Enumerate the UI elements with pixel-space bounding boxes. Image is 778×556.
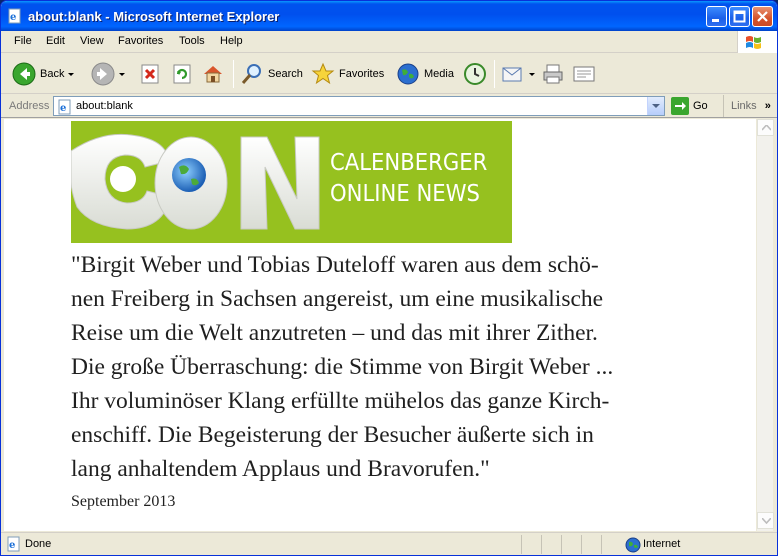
banner-line-1: CALENBERGER (330, 150, 488, 176)
press-quote: "Birgit Weber und Tobias Duteloff waren … (71, 248, 711, 486)
go-arrow-icon (671, 97, 689, 115)
window-title: about:blank - Microsoft Internet Explore… (28, 9, 280, 24)
quote-line: enschiff. Die Begeisterung der Besucher … (71, 422, 594, 448)
address-dropdown-icon[interactable] (647, 97, 664, 115)
windows-logo-icon (737, 31, 777, 53)
quote-line: Reise um die Welt anzutreten – und das m… (71, 320, 598, 346)
go-label: Go (693, 100, 708, 112)
menu-bar: File Edit View Favorites Tools Help (1, 31, 777, 53)
maximize-button[interactable] (729, 6, 750, 27)
forward-dropdown-icon[interactable] (119, 72, 125, 76)
links-toolbar[interactable]: Links » (723, 95, 771, 117)
favorites-label: Favorites (339, 68, 385, 80)
internet-globe-icon (625, 537, 641, 553)
scroll-down-button[interactable] (757, 512, 774, 529)
quote-line: "Birgit Weber und Tobias Duteloff waren … (71, 252, 599, 278)
svg-text:e: e (60, 103, 66, 114)
status-text: Done (25, 538, 52, 550)
scroll-up-button[interactable] (757, 119, 774, 136)
toolbar-separator (494, 60, 495, 88)
stop-icon (141, 64, 159, 84)
con-logo-icon (71, 133, 320, 230)
menu-view[interactable]: View (80, 35, 104, 47)
address-input[interactable]: e about:blank (53, 96, 665, 116)
chevron-up-icon (762, 125, 771, 131)
address-value[interactable]: about:blank (76, 100, 133, 112)
svg-text:e: e (9, 540, 15, 551)
refresh-icon (173, 64, 191, 84)
favorites-star-icon (311, 62, 335, 85)
quote-line: nen Freiberg in Sachsen angereist, um ei… (71, 286, 604, 312)
back-button[interactable]: Back (12, 61, 75, 87)
vertical-scrollbar[interactable] (756, 119, 774, 531)
mail-icon (502, 67, 522, 82)
status-panel (601, 535, 619, 554)
quote-date: September 2013 (71, 493, 176, 510)
quote-line: lang anhaltendem Applaus und Bravorufen.… (71, 456, 490, 482)
close-button[interactable] (752, 6, 773, 27)
status-panel (541, 535, 561, 554)
media-label: Media (424, 68, 454, 80)
minimize-button[interactable] (706, 6, 727, 27)
standard-toolbar: Back Search Favorites Media (1, 54, 777, 94)
quote-line: Die große Überraschung: die Stimme von B… (71, 354, 614, 380)
zone-label: Internet (643, 538, 681, 550)
status-panel (581, 535, 601, 554)
links-label: Links (731, 100, 757, 112)
toolbar-separator (233, 60, 234, 88)
chevron-down-icon (762, 518, 771, 524)
svg-text:e: e (10, 12, 16, 23)
media-globe-icon (397, 63, 419, 85)
search-label: Search (268, 68, 303, 80)
menu-file[interactable]: File (14, 35, 32, 47)
favorites-button[interactable]: Favorites (311, 61, 384, 87)
page-done-icon: e (6, 536, 22, 555)
status-bar: e Done Internet (1, 532, 777, 555)
status-panel (521, 535, 541, 554)
history-button[interactable] (463, 61, 487, 87)
banner-title: CALENBERGER ONLINE NEWS (330, 148, 487, 210)
back-label: Back (40, 68, 65, 80)
home-icon (204, 66, 222, 83)
quote-line: Ihr voluminöser Klang erfüllte mühelos d… (71, 388, 610, 414)
search-button[interactable]: Search (240, 61, 303, 87)
menu-help[interactable]: Help (220, 35, 243, 47)
printer-icon (543, 64, 563, 84)
menu-favorites[interactable]: Favorites (118, 35, 163, 47)
mail-dropdown-icon[interactable] (529, 72, 535, 76)
edit-button[interactable] (572, 61, 596, 87)
chevron-right-icon[interactable]: » (765, 100, 771, 112)
con-logo-banner: CALENBERGER ONLINE NEWS (71, 121, 512, 243)
address-bar: Address e about:blank Go Links » (1, 95, 777, 118)
ie-page-icon: e (7, 8, 23, 24)
back-arrow-icon (12, 62, 36, 86)
stop-button[interactable] (140, 61, 162, 87)
mail-button[interactable] (501, 61, 535, 87)
title-bar[interactable]: e about:blank - Microsoft Internet Explo… (1, 1, 777, 31)
menu-edit[interactable]: Edit (46, 35, 65, 47)
page-content: CALENBERGER ONLINE NEWS "Birgit Weber un… (4, 119, 756, 531)
search-icon (241, 64, 261, 84)
print-button[interactable] (541, 61, 565, 87)
edit-page-icon (573, 66, 595, 82)
refresh-button[interactable] (172, 61, 194, 87)
forward-arrow-icon (91, 62, 115, 86)
forward-button[interactable] (91, 61, 125, 87)
browser-window: e about:blank - Microsoft Internet Explo… (0, 0, 778, 556)
back-dropdown-icon[interactable] (68, 72, 75, 76)
menu-tools[interactable]: Tools (179, 35, 205, 47)
media-button[interactable]: Media (396, 61, 454, 87)
status-panel (561, 535, 581, 554)
page-icon: e (57, 99, 73, 118)
home-button[interactable] (201, 61, 225, 87)
address-label: Address (9, 100, 50, 112)
banner-line-2: ONLINE NEWS (330, 181, 481, 207)
go-button[interactable]: Go (671, 97, 708, 115)
history-icon (464, 63, 486, 85)
